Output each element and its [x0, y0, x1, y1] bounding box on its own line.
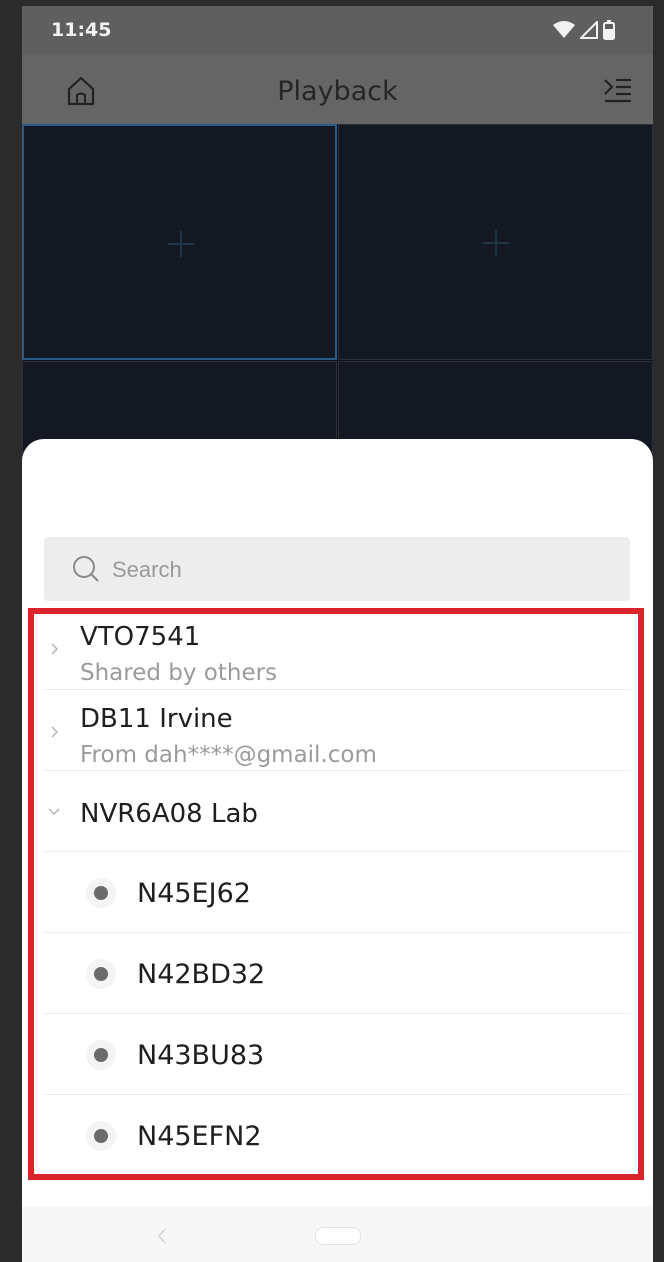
system-nav-bar — [22, 1206, 653, 1262]
video-cell-2[interactable] — [338, 124, 653, 360]
channel-name: N45EFN2 — [137, 1121, 262, 1152]
search-input[interactable] — [110, 549, 594, 591]
channel-name: N45EJ62 — [137, 878, 251, 909]
channel-name: N42BD32 — [137, 959, 266, 990]
back-icon[interactable] — [154, 1226, 170, 1246]
device-name: DB11 Irvine — [80, 704, 233, 734]
device-picker-sheet: VTO7541 Shared by others DB11 Irvine Fro… — [22, 439, 653, 1262]
device-subtitle: Shared by others — [80, 660, 278, 686]
status-time: 11:45 — [51, 19, 112, 41]
video-cell-1[interactable] — [22, 124, 337, 360]
device-row-nvr6a08-lab[interactable]: NVR6A08 Lab — [22, 771, 653, 852]
add-icon — [483, 230, 509, 256]
chevron-down-icon — [48, 808, 60, 816]
channel-status-icon — [86, 959, 116, 989]
add-icon — [168, 231, 194, 257]
chevron-right-icon — [51, 726, 59, 738]
app-header: Playback — [22, 54, 653, 124]
search-icon — [73, 556, 99, 582]
status-bar: 11:45 — [22, 6, 653, 54]
home-pill[interactable] — [315, 1227, 361, 1245]
wifi-icon — [553, 21, 575, 38]
channel-status-icon — [86, 1040, 116, 1070]
chevron-right-icon — [51, 643, 59, 655]
channel-row[interactable]: N43BU83 — [22, 1014, 653, 1095]
device-subtitle: From dah****@gmail.com — [80, 742, 377, 768]
battery-icon — [603, 20, 615, 40]
device-name: VTO7541 — [80, 622, 201, 652]
signal-icon — [580, 21, 598, 39]
channel-row[interactable]: N42BD32 — [22, 933, 653, 1014]
phone-screen: 11:45 Playback Search VTO7541 Shared by … — [22, 6, 653, 1262]
channel-row[interactable]: N45EFN2 — [22, 1095, 653, 1176]
device-row-db11-irvine[interactable]: DB11 Irvine From dah****@gmail.com — [22, 690, 653, 771]
channel-name: N43BU83 — [137, 1040, 265, 1071]
device-name: NVR6A08 Lab — [80, 799, 258, 829]
channel-row[interactable]: N45EJ62 — [22, 852, 653, 933]
video-grid — [22, 124, 653, 461]
device-row-vto7541[interactable]: VTO7541 Shared by others — [22, 608, 653, 690]
channel-status-icon — [86, 878, 116, 908]
search-bar[interactable] — [44, 537, 630, 601]
page-title: Playback — [277, 76, 398, 107]
menu-icon[interactable] — [603, 76, 633, 106]
status-icons — [553, 20, 615, 40]
channel-status-icon — [86, 1121, 116, 1151]
